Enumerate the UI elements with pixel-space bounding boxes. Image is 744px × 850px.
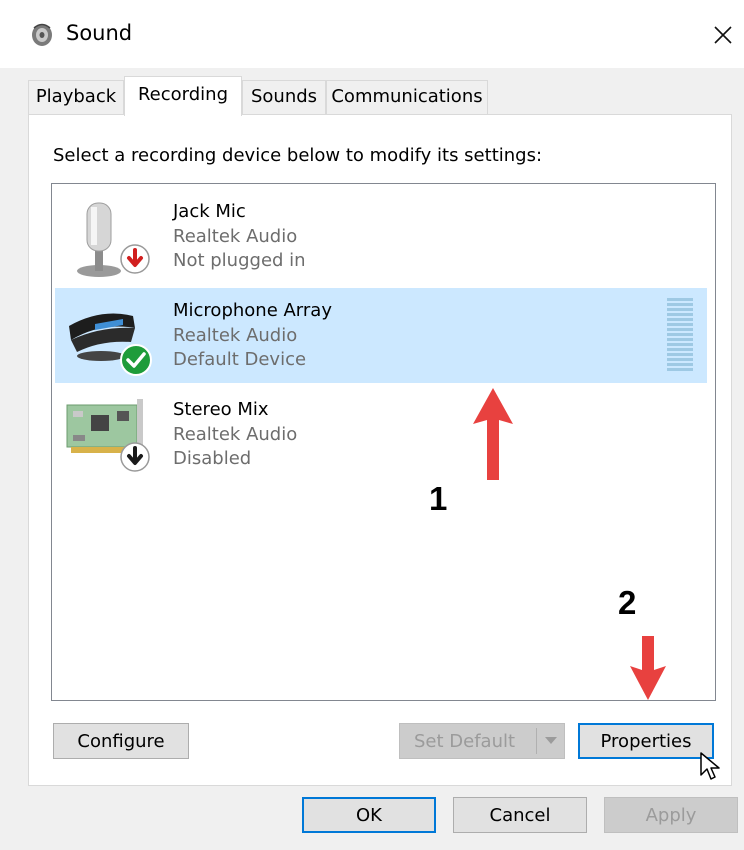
recording-panel: Select a recording device below to modif… [28,114,732,786]
device-driver: Realtek Audio [173,424,298,445]
properties-button[interactable]: Properties [578,723,714,759]
device-name: Jack Mic [173,201,246,222]
default-check-badge-icon [120,344,152,376]
set-default-split-button: Set Default [399,723,565,759]
device-status: Default Device [173,349,307,370]
device-name: Microphone Array [173,300,332,321]
device-row-stereo-mix[interactable]: Stereo Mix Realtek Audio Disabled [55,387,707,482]
down-arrow-annotation-icon [630,636,666,700]
window-title: Sound [66,21,133,45]
level-meter [667,298,693,372]
device-row-microphone-array[interactable]: Microphone Array Realtek Audio Default D… [55,288,707,383]
title-bar: Sound [0,0,744,68]
sound-dialog: Sound Playback Recording Sounds Communic… [0,0,744,850]
up-arrow-annotation-icon [473,388,513,480]
mouse-cursor-icon [700,752,720,780]
apply-button: Apply [604,797,738,833]
annotation-step-1: 1 [429,480,448,517]
device-name: Stereo Mix [173,399,269,420]
instruction-text: Select a recording device below to modif… [53,145,543,166]
tab-playback[interactable]: Playback [28,80,124,114]
configure-button[interactable]: Configure [53,723,189,759]
close-button[interactable] [702,12,744,58]
tab-sounds[interactable]: Sounds [242,80,326,114]
device-status: Disabled [173,448,252,469]
device-status: Not plugged in [173,250,306,271]
disabled-badge-icon [120,442,150,472]
set-default-label: Set Default [414,730,516,752]
device-driver: Realtek Audio [173,325,298,346]
unplugged-badge-icon [120,244,150,274]
split-divider [536,728,537,754]
cancel-button[interactable]: Cancel [453,797,587,833]
tab-communications[interactable]: Communications [326,80,488,114]
dialog-button-bar: OK Cancel Apply [0,786,744,850]
device-list[interactable]: Jack Mic Realtek Audio Not plugged in Mi… [51,183,716,701]
device-driver: Realtek Audio [173,226,298,247]
ok-button[interactable]: OK [302,797,436,833]
device-row-jack-mic[interactable]: Jack Mic Realtek Audio Not plugged in [55,189,707,284]
chevron-down-icon [545,737,557,744]
annotation-step-2: 2 [618,584,637,621]
close-icon [714,26,732,44]
speaker-icon [32,23,52,46]
tab-recording[interactable]: Recording [124,76,242,116]
